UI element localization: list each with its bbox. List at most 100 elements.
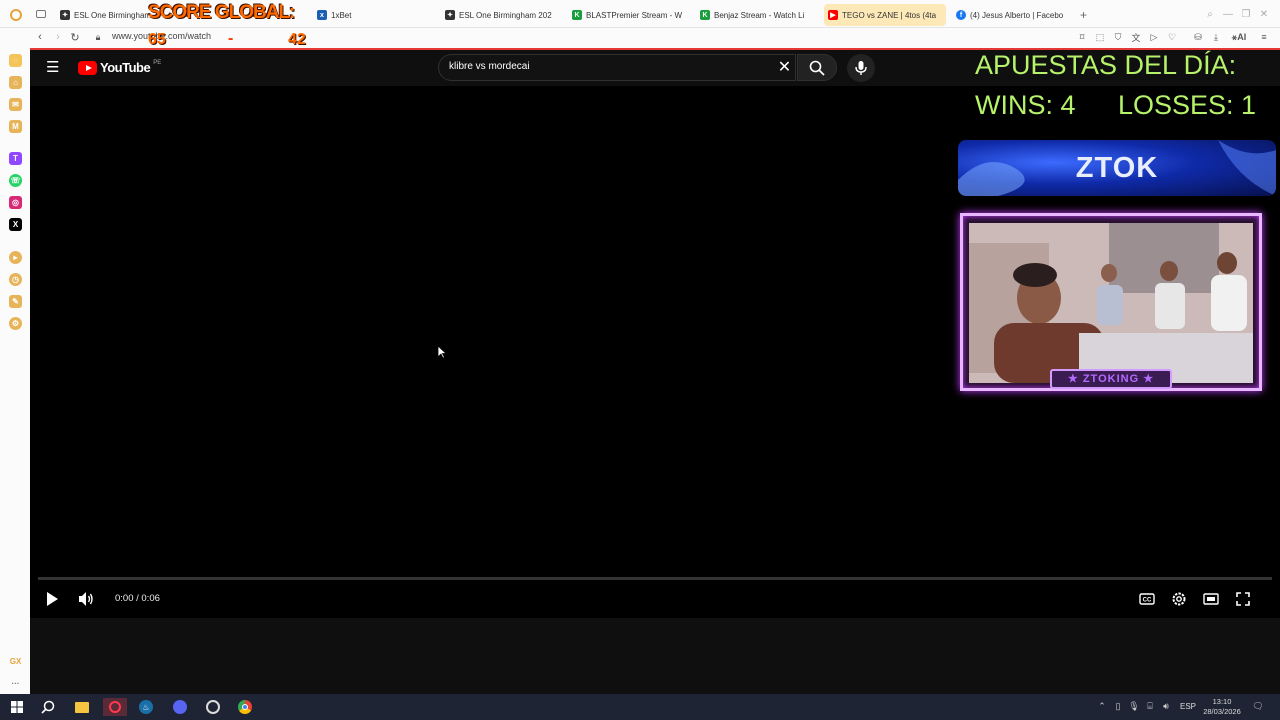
crypto-wallet-icon[interactable]: ⌂ <box>9 76 22 89</box>
tab-benjaz-stream[interactable]: K Benjaz Stream - Watch Li <box>696 4 816 26</box>
back-icon[interactable]: ‹ <box>33 30 47 44</box>
opera-gx-taskbar-icon[interactable] <box>103 698 127 716</box>
tab-facebook[interactable]: f (4) Jesus Alberto | Facebo <box>952 4 1074 26</box>
ztok-banner-text: ZTOK <box>1075 152 1159 184</box>
esl-icon: ✦ <box>60 10 70 20</box>
facebook-icon: f <box>956 10 966 20</box>
snapshot-icon[interactable]: ⬚ <box>1094 31 1106 43</box>
score-value-a: 65 <box>148 31 166 48</box>
subtitles-button[interactable]: CC <box>1138 590 1156 608</box>
closed-captions-icon: CC <box>1139 593 1155 605</box>
score-separator: - <box>228 30 234 47</box>
whatsapp-icon[interactable]: ☏ <box>9 174 22 187</box>
video-time-display: 0:00 / 0:06 <box>115 593 160 604</box>
search-tabs-icon[interactable]: ⌕ <box>1204 8 1216 20</box>
bookmark-icon[interactable]: ⌑ <box>1076 31 1088 43</box>
webcam-name-label: ★ ZTOKING ★ <box>1050 369 1172 389</box>
instagram-icon[interactable]: ◎ <box>9 196 22 209</box>
steam-icon[interactable]: ♨ <box>137 698 155 716</box>
tray-expand-icon[interactable]: ⌃ <box>1097 701 1107 711</box>
kick-icon: K <box>700 10 710 20</box>
esl-icon: ✦ <box>445 10 455 20</box>
clear-search-icon[interactable]: ✕ <box>776 59 793 76</box>
theater-mode-button[interactable] <box>1202 590 1220 608</box>
gx-icon[interactable]: GX <box>9 655 22 668</box>
webcam-scene-image <box>969 223 1253 383</box>
microphone-icon <box>855 61 867 75</box>
pinboard-icon[interactable]: ✎ <box>9 295 22 308</box>
clock-icon[interactable]: ◷ <box>9 273 22 286</box>
twitch-icon[interactable]: T <box>9 152 22 165</box>
tray-device-icon[interactable]: ▯ <box>1113 701 1123 711</box>
voice-search-button[interactable] <box>847 54 875 82</box>
tray-network-icon[interactable]: ⌸ <box>1145 701 1155 711</box>
aria-icon[interactable]: ◌ <box>9 54 22 67</box>
tab-tego-vs-zane[interactable]: ▶ TEGO vs ZANE | 4tos (4ta <box>824 4 946 26</box>
wins-count: WINS: 4 <box>975 90 1076 120</box>
search-icon <box>809 60 825 76</box>
translate-icon[interactable]: 文 <box>1130 31 1142 43</box>
fullscreen-icon <box>1236 592 1250 606</box>
video-progress-bar[interactable] <box>38 577 1272 580</box>
wallet-icon[interactable]: ⛁ <box>1192 31 1204 43</box>
maximize-icon[interactable]: ❐ <box>1240 8 1252 20</box>
heart-icon[interactable]: ♡ <box>1166 31 1178 43</box>
chrome-icon[interactable] <box>236 698 254 716</box>
windows-start-icon[interactable] <box>8 698 26 716</box>
tray-date: 28/03/2026 <box>1203 707 1241 716</box>
tray-volume-icon[interactable]: 🔊︎ <box>1161 701 1171 711</box>
mouse-cursor-icon <box>437 345 447 359</box>
workspaces-icon[interactable] <box>36 10 46 18</box>
menu-icon[interactable]: ≡ <box>1258 31 1270 43</box>
windows-taskbar <box>0 694 1280 720</box>
miniplayer-icon <box>1203 593 1219 605</box>
discord-icon[interactable] <box>171 698 189 716</box>
settings-sidebar-icon[interactable]: ⚙ <box>9 317 22 330</box>
volume-button[interactable] <box>77 590 95 608</box>
score-global-title: SCORE GLOBAL: <box>148 2 295 23</box>
youtube-icon: ▶ <box>828 10 838 20</box>
search-query-text[interactable]: klibre vs mordecai <box>449 61 530 72</box>
tray-clock[interactable]: 13:10 28/03/2026 <box>1200 697 1244 717</box>
gear-icon <box>1172 592 1186 606</box>
new-tab-plus-icon[interactable]: + <box>1080 8 1087 22</box>
tab-blast-premier[interactable]: K BLASTPremier Stream - W <box>568 4 688 26</box>
search-button[interactable] <box>797 54 837 81</box>
opera-logo-icon[interactable] <box>10 9 22 21</box>
notifications-icon[interactable]: 🗨︎ <box>1252 701 1263 711</box>
1xbet-icon: x <box>317 10 327 20</box>
close-window-icon[interactable]: ✕ <box>1258 8 1270 20</box>
score-value-b: 42 <box>288 31 306 48</box>
forward-icon[interactable]: › <box>51 30 65 44</box>
lock-icon[interactable]: 🔒︎ <box>91 30 105 44</box>
tab-esl-one-2[interactable]: ✦ ESL One Birmingham 202 <box>441 4 561 26</box>
x-twitter-icon[interactable]: X <box>9 218 22 231</box>
tab-1xbet[interactable]: x 1xBet <box>313 4 373 26</box>
tray-mic-icon[interactable]: 🎙︎ <box>1128 701 1139 711</box>
settings-button[interactable] <box>1170 590 1188 608</box>
youtube-play-logo-icon <box>78 60 97 75</box>
tab-esl-one-1[interactable]: ✦ ESL One Birmingham <box>56 4 152 26</box>
losses-count: LOSSES: 1 <box>1118 90 1257 120</box>
minimize-icon[interactable]: — <box>1222 8 1234 20</box>
file-explorer-icon[interactable] <box>73 698 91 716</box>
player-icon[interactable]: M <box>9 120 22 133</box>
search-taskbar-icon[interactable] <box>39 698 57 716</box>
more-icon[interactable]: ··· <box>9 677 22 690</box>
messenger-icon[interactable]: ✉ <box>9 98 22 111</box>
download-icon[interactable]: ⤓ <box>1210 31 1222 43</box>
ai-icon[interactable]: ⚹AI <box>1230 31 1248 43</box>
history-play-icon[interactable]: ▸ <box>9 251 22 264</box>
obs-icon[interactable] <box>204 698 222 716</box>
youtube-logo[interactable]: YouTube PE <box>78 60 161 75</box>
kick-icon: K <box>572 10 582 20</box>
play-button[interactable] <box>43 590 61 608</box>
media-play-icon[interactable]: ▷ <box>1148 31 1160 43</box>
play-icon <box>47 592 58 606</box>
fullscreen-button[interactable] <box>1234 590 1252 608</box>
svg-text:CC: CC <box>1143 598 1152 604</box>
reload-icon[interactable]: ↻ <box>68 30 82 44</box>
hamburger-menu-icon[interactable]: ☰ <box>46 60 62 75</box>
adblock-icon[interactable]: ⛉ <box>1112 31 1124 43</box>
tray-language[interactable]: ESP <box>1180 702 1196 711</box>
